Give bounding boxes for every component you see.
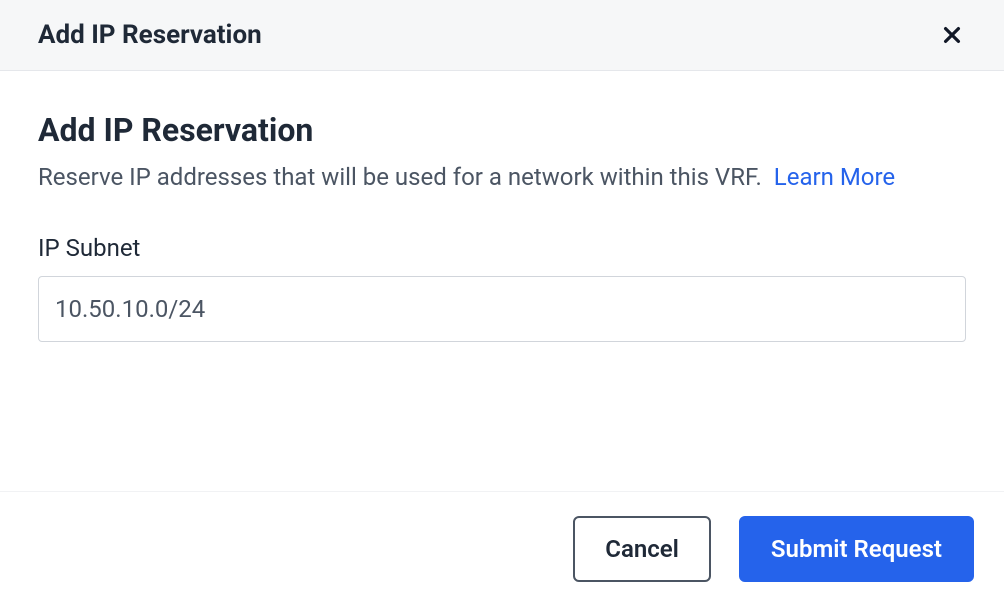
cancel-button[interactable]: Cancel <box>573 516 711 582</box>
close-button[interactable] <box>938 21 966 49</box>
submit-button[interactable]: Submit Request <box>739 516 974 582</box>
modal-header-title: Add IP Reservation <box>38 20 262 50</box>
modal-footer: Cancel Submit Request <box>0 491 1004 594</box>
modal-body: Add IP Reservation Reserve IP addresses … <box>0 71 1004 491</box>
ip-subnet-label: IP Subnet <box>38 234 966 262</box>
modal-header: Add IP Reservation <box>0 0 1004 71</box>
body-title: Add IP Reservation <box>38 111 966 149</box>
learn-more-link[interactable]: Learn More <box>774 163 895 191</box>
close-icon <box>941 24 963 46</box>
body-description-text: Reserve IP addresses that will be used f… <box>38 163 762 191</box>
body-description: Reserve IP addresses that will be used f… <box>38 159 966 196</box>
ip-subnet-input[interactable] <box>38 276 966 342</box>
